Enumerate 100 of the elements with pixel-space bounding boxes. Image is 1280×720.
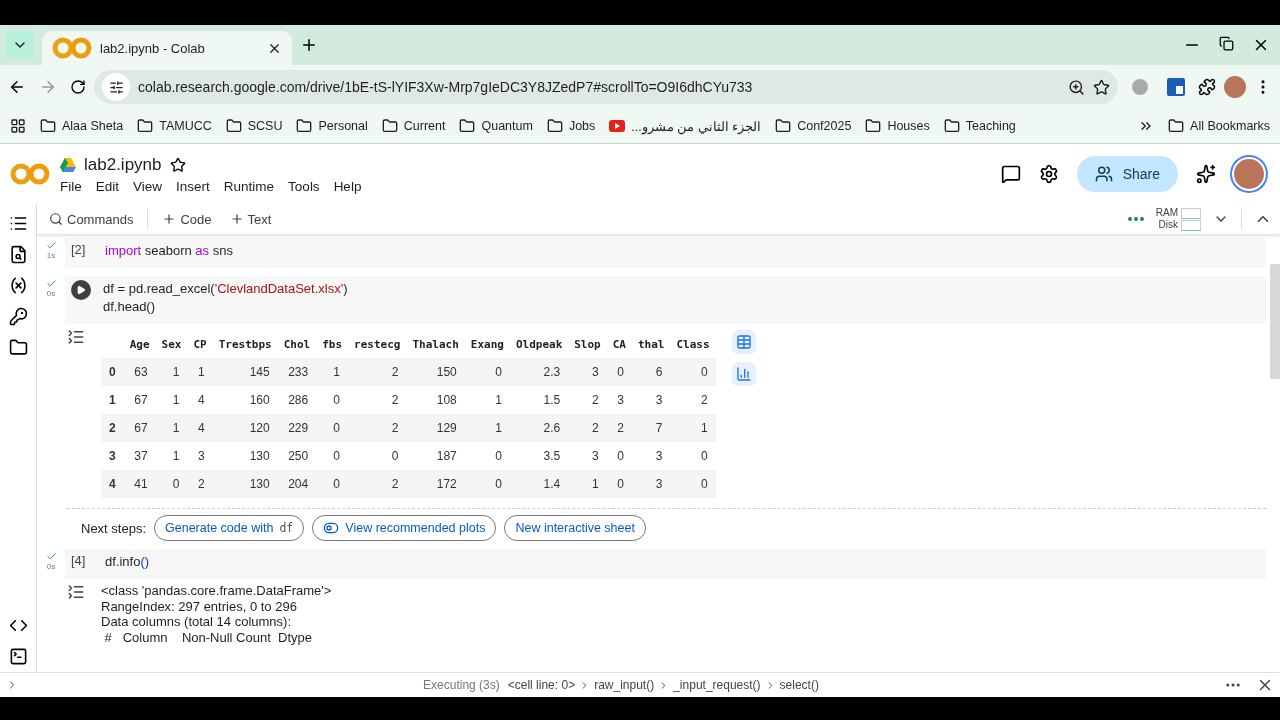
table-cell: 41 (123, 470, 156, 498)
bookmark-link[interactable]: Current (403, 119, 446, 133)
files-icon[interactable] (8, 338, 28, 357)
table-cell: 160 (212, 386, 278, 414)
reload-icon[interactable] (70, 79, 86, 95)
table-cell: 3 (632, 386, 671, 414)
variables-icon[interactable] (8, 276, 28, 295)
table-cell: 1.4 (509, 470, 569, 498)
bar-chart-icon[interactable] (731, 362, 756, 386)
bookmark-link[interactable]: SCSU (247, 119, 283, 133)
resource-meter (1181, 207, 1201, 219)
code-line: df.head() (103, 298, 157, 316)
bookmark-link[interactable]: Alaa Sheta (62, 119, 124, 133)
row-index: 2 (101, 414, 124, 442)
table-cell: 1.5 (509, 386, 569, 414)
bookmark-link[interactable]: Houses (887, 119, 930, 133)
tab-search-button[interactable] (6, 31, 34, 59)
share-button[interactable]: Share (1076, 156, 1178, 192)
terminal-icon[interactable] (8, 647, 28, 666)
recommended-plots-button[interactable]: View recommended plots (312, 515, 497, 541)
table-cell: 130 (212, 442, 278, 470)
output-line: # Column Non-Null Count Dtype (103, 629, 313, 645)
generate-code-button[interactable]: Generate code with df (154, 515, 305, 541)
restore-icon[interactable] (1219, 36, 1234, 51)
bookmark-link[interactable]: Conf2025 (797, 119, 852, 133)
table-cell: 2 (670, 386, 716, 414)
trace-item: <cell line: 0> (507, 678, 576, 692)
folder-icon (381, 118, 398, 134)
output-toggle-icon[interactable] (67, 328, 85, 346)
table-cell: 1 (568, 470, 607, 498)
row-index: 1 (101, 386, 124, 414)
bookmark-link[interactable]: Teaching (965, 119, 1016, 133)
bookmark-link[interactable]: TAMUCC (159, 119, 212, 133)
column-header: CA (606, 330, 632, 358)
settings-icon[interactable] (1038, 164, 1059, 184)
back-icon[interactable] (8, 78, 26, 96)
extensions-icon[interactable] (1198, 78, 1216, 96)
table-cell: 3 (632, 442, 671, 470)
done-check-icon (45, 278, 57, 289)
table-cell: 250 (277, 442, 317, 470)
output-toggle-icon[interactable] (67, 583, 85, 601)
table-cell: 2 (348, 470, 407, 498)
address-bar[interactable]: colab.research.google.com/drive/1bE-tS-lYIF3Xw-Mrp7gIeDC3Y8JZedP7#scrollTo=O9I6dhCYu733 (94, 70, 1118, 104)
resource-label: Disk (1158, 219, 1178, 231)
menu-item[interactable]: Runtime (223, 178, 275, 194)
table-cell: 0 (464, 470, 510, 498)
code-editor[interactable]: df = pd.read_excel('ClevlandDataSet.xlsx') df.head() (65, 276, 1266, 324)
account-avatar[interactable] (1234, 159, 1264, 189)
row-index: 3 (101, 442, 124, 470)
table-of-contents-icon[interactable] (8, 214, 28, 233)
bookmark-link[interactable]: Quantum (481, 119, 533, 133)
menu-item[interactable]: Insert (176, 178, 210, 194)
site-info-icon[interactable] (108, 79, 124, 95)
table-cell: 0 (670, 358, 716, 386)
comments-icon[interactable] (1000, 164, 1021, 184)
star-icon[interactable] (169, 156, 186, 173)
add-code-button[interactable]: Code (158, 209, 216, 229)
commands-button[interactable]: Commands (45, 209, 138, 229)
code-editor[interactable]: [4] df.info() (65, 549, 1266, 579)
plus-icon (229, 212, 244, 226)
menu-item[interactable]: File (60, 178, 82, 194)
apps-icon[interactable] (10, 118, 26, 134)
new-tab-icon[interactable] (300, 36, 318, 54)
interactive-sheet-button[interactable]: New interactive sheet (504, 515, 646, 541)
exec-time: 0s (46, 562, 56, 571)
colab-logo (52, 36, 92, 60)
bookmark-link[interactable]: الجزء الثاني من مشرو... (631, 118, 762, 134)
column-header: thal (632, 330, 671, 358)
browser-tab[interactable]: lab2.ipynb - Colab (42, 31, 292, 65)
output-line: Data columns (total 14 columns): (101, 614, 293, 630)
menu-item[interactable]: Tools (288, 178, 320, 194)
folder-icon (865, 118, 882, 134)
bookmark-link[interactable]: Jobs (568, 119, 596, 133)
table-cell: 37 (123, 442, 156, 470)
run-cell-button[interactable] (71, 280, 91, 300)
menu-item[interactable]: Edit (95, 178, 120, 194)
code-editor[interactable]: [2] import seaborn as sns (65, 238, 1266, 268)
bookmark-link[interactable]: All Bookmarks (1190, 119, 1270, 133)
play-icon (76, 285, 86, 295)
table-cell: 108 (406, 386, 465, 414)
zoom-icon[interactable] (1068, 78, 1085, 96)
bookmark-link[interactable]: Personal (318, 119, 368, 133)
add-text-button[interactable]: Text (225, 209, 276, 229)
profile-avatar[interactable] (1224, 76, 1246, 98)
table-view-icon[interactable] (731, 330, 756, 354)
code-line: df = pd.read_excel('ClevlandDataSet.xlsx') (103, 280, 348, 298)
menu-item[interactable]: Help (333, 178, 362, 194)
table-cell: 0 (316, 470, 349, 498)
bookmark-star-icon[interactable] (1093, 78, 1110, 96)
menu-item[interactable]: View (133, 178, 163, 194)
forward-icon[interactable] (39, 78, 57, 96)
table-cell: 2.6 (509, 414, 569, 442)
sparkle-icon[interactable] (1196, 164, 1216, 184)
find-icon[interactable] (8, 245, 28, 264)
column-header: Trestbps (212, 330, 278, 358)
folder-icon (459, 118, 476, 134)
table-cell: 1 (155, 414, 188, 442)
key-icon[interactable] (8, 307, 28, 326)
notebook-title[interactable]: lab2.ipynb (84, 154, 162, 175)
scrollbar[interactable] (1270, 264, 1280, 379)
